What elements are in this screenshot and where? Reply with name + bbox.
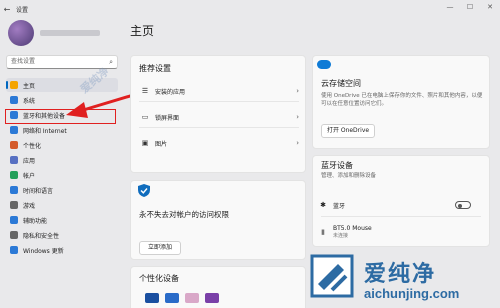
rec-row-apps[interactable]: ☰ 安装的应用 › <box>131 82 305 100</box>
rec-row-lockscreen[interactable]: ▭ 锁屏界面 › <box>131 108 305 126</box>
personalize-title: 个性化设备 <box>139 274 179 283</box>
sidebar-item-label: 时间和语言 <box>23 187 54 195</box>
rec-row-label: 安装的应用 <box>155 88 186 96</box>
sidebar-item[interactable]: 隐私和安全性 <box>6 228 118 242</box>
sidebar-item-label: 帐户 <box>23 172 36 180</box>
personalize-card: 个性化设备 <box>130 266 306 308</box>
sidebar-item-icon <box>10 246 18 254</box>
sidebar-item-icon <box>10 126 18 134</box>
device-status: 未连接 <box>333 233 349 239</box>
sidebar-item[interactable]: 个性化 <box>6 138 118 152</box>
profile-name-placeholder <box>40 30 100 36</box>
theme-tile[interactable] <box>185 293 199 303</box>
sidebar-item-icon <box>10 171 18 179</box>
sidebar-item[interactable]: Windows 更新 <box>6 243 118 257</box>
bluetooth-card: 蓝牙设备 管理、添加和删除设备 ✱ 蓝牙 ▮ BT5.0 Mouse 未连接 <box>312 155 490 247</box>
rec-row-pictures[interactable]: ▣ 图片 › <box>131 134 305 152</box>
theme-tiles <box>145 293 225 303</box>
window-controls: — ☐ ✕ <box>440 0 500 14</box>
theme-tile[interactable] <box>145 293 159 303</box>
close-button[interactable]: ✕ <box>480 0 500 14</box>
search-icon: ⌕ <box>109 58 113 66</box>
sidebar-item-label: 个性化 <box>23 142 42 150</box>
page-title: 主页 <box>130 24 155 38</box>
bluetooth-toggle[interactable] <box>455 201 471 209</box>
theme-tile[interactable] <box>205 293 219 303</box>
lockscreen-icon: ▭ <box>141 113 149 121</box>
maximize-button[interactable]: ☐ <box>460 0 480 14</box>
cloud-description: 使用 OneDrive 已在电脑上保存你的文件、照片和其他内容，以便可以在任意位… <box>321 93 483 107</box>
divider <box>321 216 481 217</box>
recommended-title: 推荐设置 <box>139 64 171 73</box>
open-onedrive-button[interactable]: 打开 OneDrive <box>321 124 375 138</box>
app-title: 设置 <box>16 6 29 14</box>
rec-row-label: 图片 <box>155 140 168 148</box>
watermark-url: aichunjing.com <box>364 286 460 301</box>
device-row[interactable]: ▮ BT5.0 Mouse 未连接 <box>313 222 489 242</box>
mouse-icon: ▮ <box>321 228 325 236</box>
sidebar-item-icon <box>10 156 18 164</box>
sidebar-item-icon <box>10 201 18 209</box>
sidebar-item-label: 游戏 <box>23 202 36 210</box>
chevron-right-icon: › <box>296 139 299 147</box>
watermark: 爱纯净 aichunjing.com <box>292 250 500 308</box>
sidebar-item-label: 辅助功能 <box>23 217 48 225</box>
rec-row-label: 锁屏界面 <box>155 114 180 122</box>
cloud-storage-card: 云存储空间 使用 OneDrive 已在电脑上保存你的文件、照片和其他内容，以便… <box>312 55 490 149</box>
pictures-icon: ▣ <box>141 139 149 147</box>
sidebar-item-icon <box>10 231 18 239</box>
sidebar-item[interactable]: 辅助功能 <box>6 213 118 227</box>
divider <box>139 101 299 102</box>
user-profile[interactable] <box>8 20 100 46</box>
bluetooth-description: 管理、添加和删除设备 <box>321 173 377 179</box>
bluetooth-title: 蓝牙设备 <box>321 161 353 170</box>
account-access-card: 永不失去对帐户的访问权限 立即添加 <box>130 180 306 260</box>
chevron-right-icon: › <box>296 87 299 95</box>
cloud-icon <box>317 60 331 69</box>
sidebar-item[interactable]: 应用 <box>6 153 118 167</box>
access-title: 永不失去对帐户的访问权限 <box>139 210 229 219</box>
watermark-logo-icon <box>310 254 354 298</box>
sidebar-item-label: 隐私和安全性 <box>23 232 60 240</box>
recommended-card: 推荐设置 ☰ 安装的应用 › ▭ 锁屏界面 › ▣ 图片 › <box>130 55 306 173</box>
theme-tile[interactable] <box>165 293 179 303</box>
search-placeholder: 查找设置 <box>11 58 36 65</box>
divider <box>139 127 299 128</box>
sidebar-item-label: Windows 更新 <box>23 247 64 255</box>
title-bar: ← 设置 <box>0 0 500 18</box>
apps-icon: ☰ <box>141 87 149 95</box>
sidebar-item-label: 应用 <box>23 157 36 165</box>
shield-icon <box>138 184 150 197</box>
cloud-title: 云存储空间 <box>321 79 361 88</box>
sidebar-item-icon <box>10 81 18 89</box>
sidebar-item[interactable]: 帐户 <box>6 168 118 182</box>
bluetooth-label: 蓝牙 <box>333 202 346 210</box>
sidebar-item-label: 主页 <box>23 82 36 90</box>
back-button[interactable]: ← <box>0 5 14 14</box>
sidebar-item-icon <box>10 141 18 149</box>
sidebar-item-icon <box>10 216 18 224</box>
sidebar-item[interactable]: 游戏 <box>6 198 118 212</box>
watermark-text: 爱纯净 <box>364 261 437 287</box>
avatar <box>8 20 34 46</box>
sidebar-item-label: 系统 <box>23 97 36 105</box>
minimize-button[interactable]: — <box>440 0 460 14</box>
sidebar-item-icon <box>10 96 18 104</box>
device-name: BT5.0 Mouse <box>333 225 372 232</box>
sidebar-item[interactable]: 时间和语言 <box>6 183 118 197</box>
bluetooth-icon: ✱ <box>320 201 326 209</box>
chevron-right-icon: › <box>296 113 299 121</box>
sidebar-item-icon <box>10 186 18 194</box>
add-now-button[interactable]: 立即添加 <box>139 241 181 255</box>
